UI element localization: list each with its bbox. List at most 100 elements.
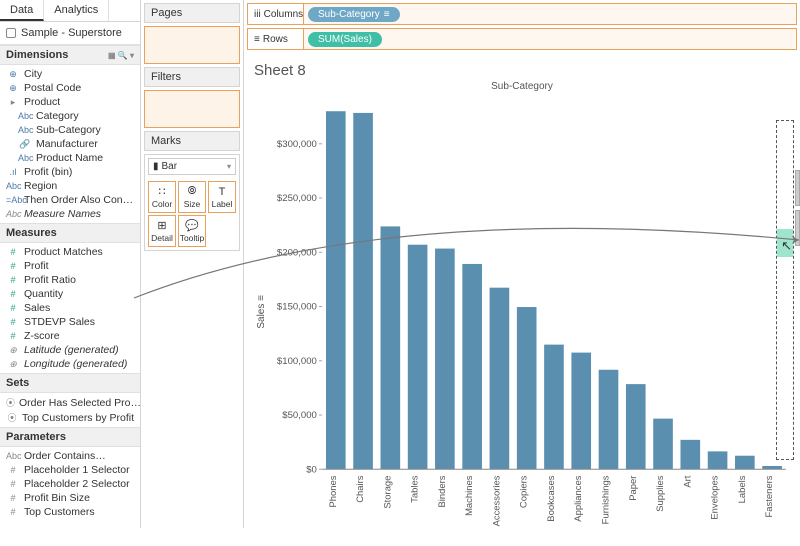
svg-text:Binders: Binders [437, 475, 448, 507]
field-item[interactable]: #Top Customers [0, 505, 140, 519]
marks-card-title: Marks [144, 131, 240, 151]
rows-shelf[interactable]: ≡Rows SUM(Sales) [247, 28, 797, 50]
svg-text:Chairs: Chairs [355, 475, 366, 503]
filters-card[interactable] [144, 90, 240, 128]
measures-header[interactable]: Measures [0, 223, 140, 243]
field-type-icon: Abc [6, 209, 20, 219]
field-item[interactable]: #Profit Bin Size [0, 491, 140, 505]
bar-phones[interactable] [326, 111, 346, 469]
field-item[interactable]: AbcOrder Contains… [0, 449, 140, 463]
bar-supplies[interactable] [653, 419, 673, 470]
field-item[interactable]: #Product Matches [0, 245, 140, 259]
pill-subcategory[interactable]: Sub-Category≡ [308, 7, 400, 22]
chart-x-title: Sub-Category [254, 81, 790, 92]
drop-target[interactable] [776, 120, 794, 460]
columns-shelf[interactable]: iiiColumns Sub-Category≡ [247, 3, 797, 25]
bar-bookcases[interactable] [544, 345, 564, 470]
mark-label-button[interactable]: TLabel [208, 181, 236, 213]
svg-text:Paper: Paper [628, 476, 639, 501]
field-label: Sales [24, 302, 50, 314]
search-icon[interactable]: ▦ 🔍 ▾ [108, 51, 134, 60]
mark-size-button[interactable]: ⦾Size [178, 181, 206, 213]
field-item[interactable]: #Profit [0, 259, 140, 273]
bar-appliances[interactable] [571, 353, 591, 470]
field-item[interactable]: Abc Measure Names [0, 207, 140, 221]
svg-text:Envelopes: Envelopes [710, 475, 721, 519]
field-item[interactable]: AbcProduct Name [0, 151, 140, 165]
bar-labels[interactable] [735, 456, 755, 470]
field-item[interactable]: AbcRegion [0, 179, 140, 193]
sets-header[interactable]: Sets [0, 373, 140, 393]
field-item[interactable]: # Sales [0, 301, 140, 315]
dimensions-header[interactable]: Dimensions ▦ 🔍 ▾ [0, 45, 140, 65]
field-type-icon: # [6, 303, 20, 313]
marks-buttons: ∷Color⦾SizeTLabel ⊞Detail💬Tooltip [145, 178, 239, 250]
sheet-title[interactable]: Sheet 8 [254, 62, 790, 79]
mark-tooltip-button[interactable]: 💬Tooltip [178, 215, 206, 247]
field-item[interactable]: #Z-score [0, 329, 140, 343]
field-label: Order Has Selected Pro… [19, 397, 140, 409]
bar-binders[interactable] [435, 249, 455, 470]
svg-text:Bookcases: Bookcases [546, 475, 557, 521]
field-label: Measure Names [24, 208, 101, 220]
bar-chairs[interactable] [353, 113, 373, 469]
bar-art[interactable] [680, 440, 700, 469]
field-item[interactable]: AbcCategory [0, 109, 140, 123]
field-item[interactable]: ⊕City [0, 67, 140, 81]
field-item[interactable]: ⊕Latitude (generated) [0, 343, 140, 357]
measures-list: #Product Matches#Profit#Profit Ratio#Qua… [0, 243, 140, 373]
svg-text:Accessories: Accessories [491, 475, 502, 526]
svg-text:$150,000: $150,000 [277, 302, 317, 313]
dimensions-list: ⊕City⊕Postal Code▸ProductAbcCategoryAbcS… [0, 65, 140, 223]
field-item[interactable]: ▸Product [0, 95, 140, 109]
field-item[interactable]: #Profit Ratio [0, 273, 140, 287]
field-label: Placeholder 2 Selector [24, 478, 130, 490]
field-item[interactable]: ⦿Order Has Selected Pro… [0, 395, 140, 410]
parameters-header[interactable]: Parameters [0, 427, 140, 447]
sets-list: ⦿Order Has Selected Pro…⦿Top Customers b… [0, 393, 140, 427]
field-item[interactable]: ⊕Postal Code [0, 81, 140, 95]
pages-card-title[interactable]: Pages [144, 3, 240, 23]
tab-data[interactable]: Data [0, 0, 44, 21]
bar-chart[interactable]: $0$50,000$100,000$150,000$200,000$250,00… [269, 92, 790, 532]
bar-furnishings[interactable] [599, 370, 619, 469]
label-icon: T [219, 186, 226, 198]
pill-sum-sales[interactable]: SUM(Sales) [308, 32, 382, 47]
field-type-icon: # [6, 317, 20, 327]
field-label: STDEVP Sales [24, 316, 95, 328]
field-type-icon: Abc [18, 125, 32, 135]
field-item[interactable]: .ılProfit (bin) [0, 165, 140, 179]
field-item[interactable]: ⦿Top Customers by Profit [0, 410, 140, 425]
field-item[interactable]: =AbcThen Order Also Con… [0, 193, 140, 207]
mark-color-button[interactable]: ∷Color [148, 181, 176, 213]
bar-machines[interactable] [462, 264, 482, 469]
bar-accessories[interactable] [490, 288, 510, 470]
bar-paper[interactable] [626, 384, 646, 469]
field-item[interactable]: ⊕Longitude (generated) [0, 357, 140, 371]
parameters-list: AbcOrder Contains…#Placeholder 1 Selecto… [0, 447, 140, 521]
field-label: City [24, 68, 42, 80]
pages-card[interactable] [144, 26, 240, 64]
field-label: Z-score [24, 330, 60, 342]
datasource-row[interactable]: Sample - Superstore [0, 22, 140, 45]
field-type-icon: ⊕ [6, 83, 20, 94]
field-item[interactable]: #Quantity [0, 287, 140, 301]
field-label: Product [24, 96, 60, 108]
bar-tables[interactable] [408, 245, 428, 470]
field-item[interactable]: # STDEVP Sales [0, 315, 140, 329]
field-item[interactable]: #Placeholder 1 Selector [0, 463, 140, 477]
field-item[interactable]: #Placeholder 2 Selector [0, 477, 140, 491]
bar-envelopes[interactable] [708, 451, 728, 469]
field-item[interactable]: AbcSub-Category [0, 123, 140, 137]
tab-analytics[interactable]: Analytics [44, 0, 109, 21]
field-item[interactable]: 🔗Manufacturer [0, 137, 140, 151]
filters-card-title[interactable]: Filters [144, 67, 240, 87]
mark-detail-button[interactable]: ⊞Detail [148, 215, 176, 247]
field-label: Then Order Also Con… [24, 194, 133, 206]
svg-text:Phones: Phones [328, 475, 339, 507]
bar-storage[interactable] [381, 226, 401, 469]
tooltip-icon: 💬 [185, 219, 199, 232]
svg-text:Furnishings: Furnishings [600, 475, 611, 524]
bar-copiers[interactable] [517, 307, 537, 469]
marks-type-select[interactable]: ▮ Bar ▾ [148, 158, 236, 175]
